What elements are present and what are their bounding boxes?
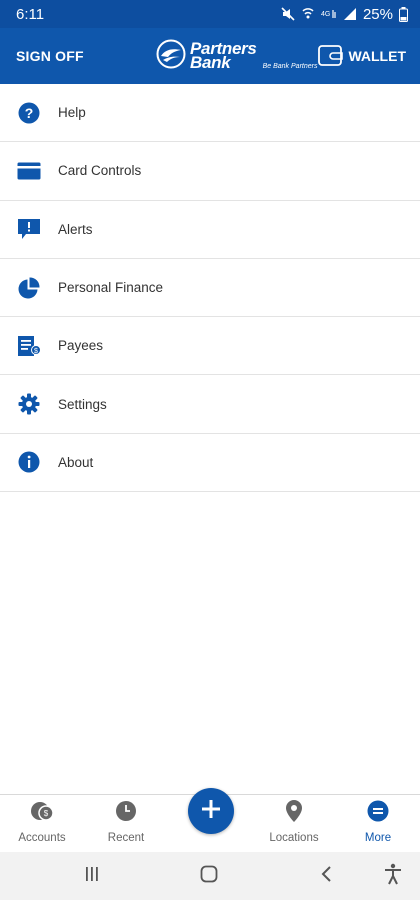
nav-item-accounts[interactable]: $ Accounts [0, 795, 84, 853]
status-icons: 4G 25% [281, 6, 408, 23]
menu-label-personal-finance: Personal Finance [58, 280, 164, 296]
accessibility-icon [383, 863, 403, 890]
menu-label-payees: Payees [58, 338, 104, 354]
location-pin-icon [285, 799, 303, 823]
app-header: SIGN OFF Partners Bank Be Bank Partners [0, 28, 420, 84]
help-icon: ? [0, 102, 58, 124]
pie-chart-icon [0, 276, 58, 300]
menu-item-card-controls[interactable]: Card Controls [0, 142, 420, 201]
svg-text:4G: 4G [321, 11, 330, 18]
menu-item-settings[interactable]: Settings [0, 375, 420, 434]
logo-tagline: Be Bank Partners [262, 63, 318, 70]
accounts-icon: $ [29, 799, 55, 823]
accessibility-button[interactable] [380, 863, 406, 890]
system-nav-bar [0, 852, 420, 900]
recent-apps-button[interactable] [79, 864, 105, 888]
gear-icon [0, 393, 58, 415]
more-icon [367, 799, 389, 823]
menu-label-settings: Settings [58, 396, 107, 412]
nav-label-recent: Recent [107, 832, 145, 844]
app-screen: 6:11 4G 25% SIGN OFF Partners Bank Be Ba… [0, 0, 420, 900]
sign-off-button[interactable]: SIGN OFF [16, 48, 84, 64]
menu-label-card-controls: Card Controls [58, 163, 142, 179]
wallet-button[interactable]: WALLET [318, 43, 406, 70]
alert-icon [0, 218, 58, 240]
status-bar: 6:11 4G 25% [0, 0, 420, 28]
svg-text:$: $ [44, 809, 49, 818]
add-fab-button[interactable] [188, 788, 234, 834]
battery-icon [399, 6, 408, 22]
wifi-calling-icon [301, 7, 315, 21]
menu-item-help[interactable]: ? Help [0, 84, 420, 143]
wallet-icon [318, 43, 344, 70]
battery-percent: 25% [362, 5, 393, 23]
nav-item-recent[interactable]: Recent [84, 795, 168, 853]
plus-icon [200, 798, 222, 825]
payees-icon: $ [0, 335, 58, 357]
nav-label-accounts: Accounts [18, 832, 66, 844]
menu-item-about[interactable]: About [0, 434, 420, 493]
more-menu-list: ? Help Card Controls Alerts Personal Fin… [0, 84, 420, 493]
back-button[interactable] [314, 864, 340, 888]
status-time: 6:11 [16, 5, 45, 23]
menu-item-alerts[interactable]: Alerts [0, 201, 420, 259]
svg-text:$: $ [34, 348, 38, 355]
logo-emblem-icon [156, 39, 186, 74]
home-icon [200, 865, 218, 888]
menu-label-alerts: Alerts [58, 221, 93, 237]
menu-item-personal-finance[interactable]: Personal Finance [0, 259, 420, 318]
mute-icon [281, 7, 295, 21]
home-button[interactable] [196, 864, 222, 888]
info-icon [0, 451, 58, 473]
recent-apps-icon [83, 866, 101, 887]
menu-item-payees[interactable]: $ Payees [0, 317, 420, 376]
svg-text:?: ? [25, 105, 34, 121]
menu-label-help: Help [58, 105, 86, 121]
nav-label-locations: Locations [269, 832, 319, 844]
signal-icon [343, 7, 357, 21]
back-chevron-icon [320, 865, 334, 888]
nav-label-more: More [364, 832, 392, 844]
logo-wordmark: Partners Bank [190, 40, 257, 72]
lte-icon: 4G [321, 7, 337, 21]
nav-item-locations[interactable]: Locations [252, 795, 336, 853]
clock-icon [115, 799, 137, 823]
wallet-label: WALLET [348, 48, 406, 64]
card-icon [0, 162, 58, 180]
nav-item-more[interactable]: More [336, 795, 420, 853]
partners-bank-logo: Partners Bank Be Bank Partners [156, 38, 317, 74]
menu-label-about: About [58, 454, 94, 470]
logo-line2: Bank [190, 53, 231, 72]
